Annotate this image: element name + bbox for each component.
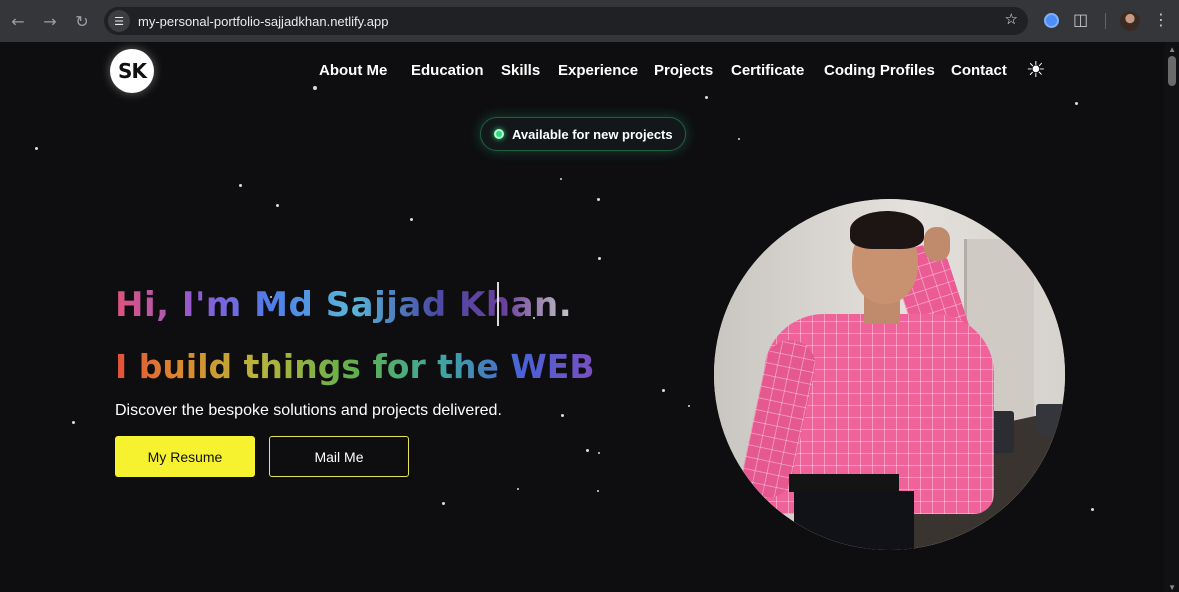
forward-arrow-icon[interactable]: → [34,5,66,37]
reload-icon[interactable]: ↻ [66,5,98,37]
photo-belt [789,474,899,492]
availability-badge: Available for new projects [480,117,686,151]
hero-subheadline: I build things for the WEB [115,347,595,386]
sun-icon[interactable]: ☀ [1026,58,1046,83]
scroll-down-icon[interactable]: ▼ [1168,583,1176,592]
star-dot [313,86,317,90]
star-dot [705,96,708,99]
site-info-icon[interactable]: ☰ [108,10,130,32]
profile-avatar[interactable] [1120,11,1140,31]
portfolio-page: SK About Me Education Skills Experience … [0,42,1179,592]
page-scrollbar[interactable]: ▲ ▼ [1165,42,1179,592]
star-dot [1075,102,1078,105]
nav-link-coding-profiles[interactable]: Coding Profiles [824,62,935,79]
star-dot [560,178,562,180]
typing-cursor [497,282,499,326]
photo-chair-2 [1036,404,1065,436]
star-dot [517,488,519,490]
address-bar[interactable]: ☰ my-personal-portfolio-sajjadkhan.netli… [104,7,1028,35]
star-dot [738,138,740,140]
main-navigation: About Me Education Skills Experience Pro… [0,62,1179,86]
scroll-up-icon[interactable]: ▲ [1168,45,1176,54]
star-dot [1091,508,1094,511]
nav-link-skills[interactable]: Skills [501,62,540,79]
nav-link-certificate[interactable]: Certificate [731,62,804,79]
puzzle-icon[interactable]: ◫ [1073,10,1088,29]
photo-pants [794,491,914,550]
star-dot [597,198,600,201]
star-dot [410,218,413,221]
extension-icon[interactable] [1044,13,1059,28]
star-dot [276,204,279,207]
toolbar-divider [1105,13,1106,29]
star-dot [598,452,600,454]
availability-text: Available for new projects [512,126,673,142]
nav-link-contact[interactable]: Contact [951,62,1007,79]
nav-link-experience[interactable]: Experience [558,62,638,79]
status-dot-icon [494,129,504,139]
star-dot [688,405,690,407]
kebab-menu-icon[interactable]: ⋮ [1153,10,1169,29]
hero-headline: Hi, I'm Md Sajjad Khan. [115,285,573,325]
star-dot [598,257,601,260]
star-dot [561,414,564,417]
star-dot [442,502,445,505]
star-dot [662,389,665,392]
resume-button[interactable]: My Resume [115,436,255,477]
back-arrow-icon[interactable]: ← [2,5,34,37]
mail-me-button[interactable]: Mail Me [269,436,409,477]
nav-link-education[interactable]: Education [411,62,484,79]
photo-hand [924,227,950,261]
scrollbar-thumb[interactable] [1168,56,1176,86]
bookmark-star-icon[interactable]: ☆ [1005,10,1018,28]
nav-link-projects[interactable]: Projects [654,62,713,79]
url-text[interactable]: my-personal-portfolio-sajjadkhan.netlify… [138,14,389,29]
star-dot [35,147,38,150]
nav-link-about-me[interactable]: About Me [319,62,387,79]
photo-hair [850,211,924,249]
star-dot [586,449,589,452]
hero-tagline: Discover the bespoke solutions and proje… [115,402,502,419]
star-dot [239,184,242,187]
star-dot [72,421,75,424]
browser-toolbar: ← → ↻ ☰ my-personal-portfolio-sajjadkhan… [0,0,1179,42]
star-dot [597,490,599,492]
profile-photo [714,199,1065,550]
